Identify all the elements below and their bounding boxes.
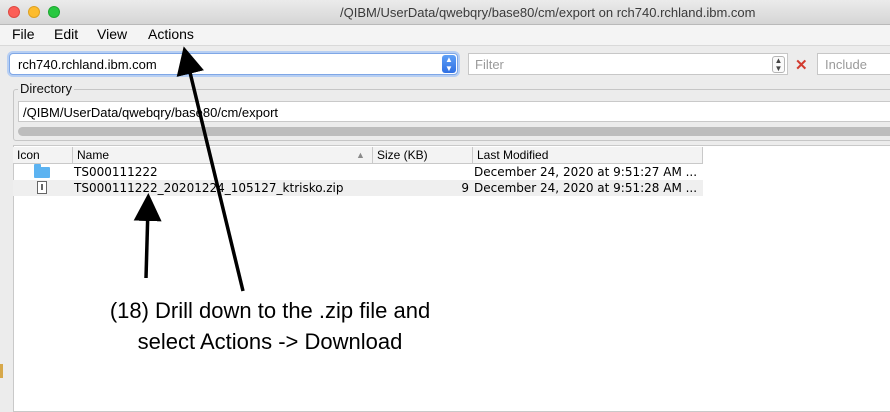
arrow-to-actions-menu: [176, 46, 245, 292]
annotation-arrows: [133, 46, 245, 292]
arrow-to-zip-file: [133, 193, 162, 279]
